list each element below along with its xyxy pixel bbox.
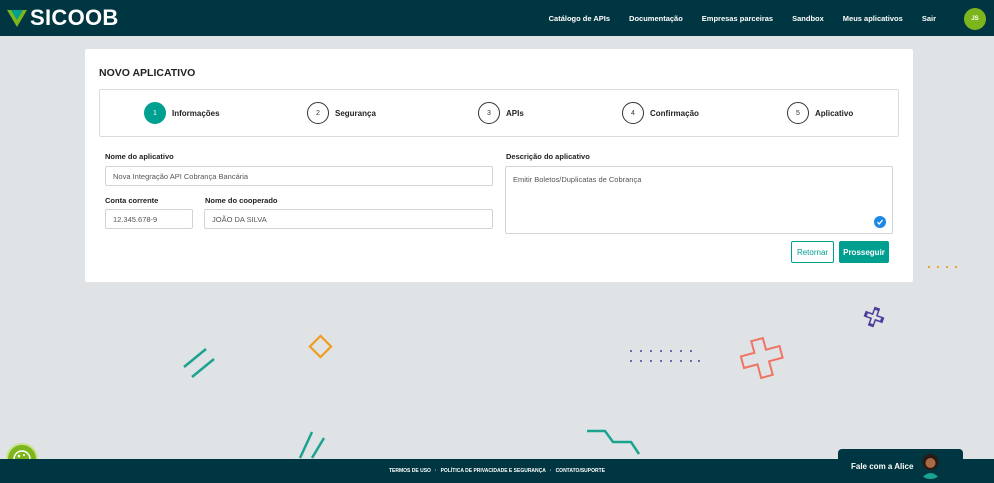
decorative-double-slash-2-icon (298, 431, 326, 459)
decorative-cross-icon (863, 306, 885, 328)
brand-logo[interactable]: SICOOB (6, 5, 119, 30)
sicoob-v-logo-icon (7, 10, 27, 27)
step-number: 2 (307, 102, 329, 124)
decorative-cross-outline-icon (739, 336, 784, 380)
nav-item-meus-aplicativos[interactable]: Meus aplicativos (843, 14, 903, 23)
account-label: Conta corrente (105, 196, 159, 205)
app-name-input[interactable]: Nova Integração API Cobrança Bancária (105, 166, 493, 186)
top-navbar: SICOOB Catálogo de APIs Documentação Emp… (0, 0, 994, 36)
step-seguranca[interactable]: 2 Segurança (307, 102, 376, 124)
user-avatar[interactable]: JS (964, 8, 986, 30)
member-name-input[interactable]: JOÃO DA SILVA (204, 209, 493, 229)
step-aplicativo[interactable]: 5 Aplicativo (787, 102, 853, 124)
alice-avatar-icon (917, 452, 944, 479)
footer-separator: · (549, 468, 552, 474)
back-button[interactable]: Retornar (791, 241, 834, 263)
main-nav: Catálogo de APIs Documentação Empresas p… (530, 0, 936, 36)
step-informacoes[interactable]: 1 Informações (144, 102, 220, 124)
description-textarea[interactable]: Emitir Boletos/Duplicatas de Cobrança (505, 166, 893, 234)
footer-links: TERMOS DE USO · POLÍTICA DE PRIVACIDADE … (389, 468, 605, 474)
nav-item-empresas[interactable]: Empresas parceiras (702, 14, 773, 23)
step-label: Segurança (335, 108, 376, 118)
footer-link-contact[interactable]: CONTATO/SUPORTE (556, 468, 605, 474)
chat-label: Fale com a Alice (851, 461, 914, 471)
description-label: Descrição do aplicativo (506, 152, 590, 161)
step-apis[interactable]: 3 APIs (478, 102, 524, 124)
step-label: APIs (506, 108, 524, 118)
step-confirmacao[interactable]: 4 Confirmação (622, 102, 699, 124)
decorative-zigzag-icon (587, 429, 641, 455)
step-number: 5 (787, 102, 809, 124)
check-icon (874, 216, 886, 228)
app-name-label: Nome do aplicativo (105, 152, 174, 161)
chat-launcher[interactable]: Fale com a Alice (838, 449, 963, 483)
step-number: 1 (144, 102, 166, 124)
brand-name: SICOOB (30, 5, 119, 30)
footer-link-terms[interactable]: TERMOS DE USO (389, 468, 431, 474)
decorative-diamond-icon (308, 334, 333, 359)
decorative-orange-dots-icon (927, 265, 958, 269)
footer-separator: · (434, 468, 437, 474)
step-number: 4 (622, 102, 644, 124)
decorative-dots-icon (630, 350, 700, 362)
nav-item-sandbox[interactable]: Sandbox (792, 14, 824, 23)
nav-item-documentacao[interactable]: Documentação (629, 14, 683, 23)
member-name-label: Nome do cooperado (205, 196, 278, 205)
nav-item-catalogo[interactable]: Catálogo de APIs (549, 14, 610, 23)
account-input[interactable]: 12.345.678-9 (105, 209, 193, 229)
step-label: Aplicativo (815, 108, 854, 118)
page-title: NOVO APLICATIVO (99, 67, 196, 79)
decorative-double-slash-icon (183, 348, 215, 378)
footer-link-privacy[interactable]: POLÍTICA DE PRIVACIDADE E SEGURANÇA (441, 468, 546, 474)
wizard-stepper: 1 Informações 2 Segurança 3 APIs 4 Confi… (99, 89, 899, 137)
step-label: Confirmação (650, 108, 699, 118)
step-label: Informações (172, 108, 220, 118)
next-button[interactable]: Prosseguir (839, 241, 889, 263)
description-text: Emitir Boletos/Duplicatas de Cobrança (513, 175, 642, 184)
step-number: 3 (478, 102, 500, 124)
new-app-card: NOVO APLICATIVO 1 Informações 2 Seguranç… (85, 49, 913, 282)
nav-item-sair[interactable]: Sair (922, 14, 936, 23)
